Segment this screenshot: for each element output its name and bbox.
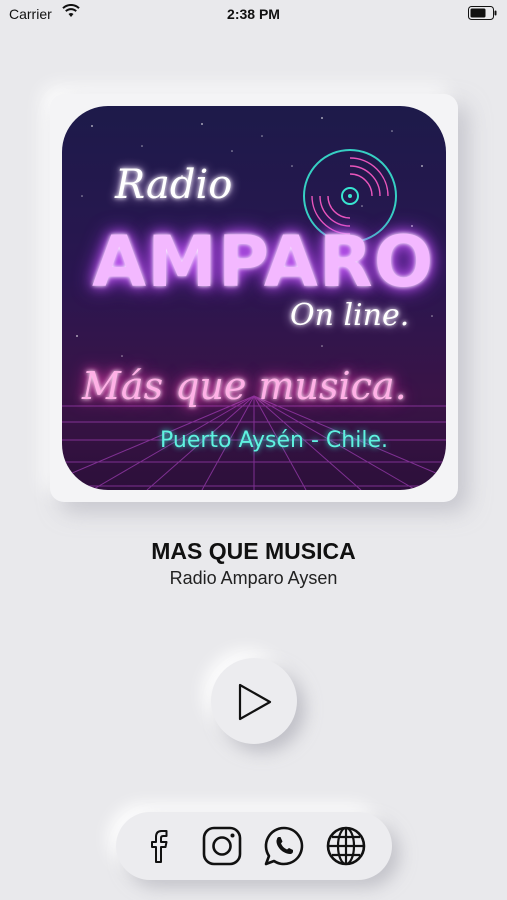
battery-icon bbox=[468, 6, 498, 20]
artwork-station-text: AMPARO bbox=[92, 221, 435, 303]
instagram-icon[interactable] bbox=[200, 824, 244, 868]
whatsapp-icon[interactable] bbox=[262, 824, 306, 868]
globe-icon[interactable] bbox=[324, 824, 368, 868]
track-title: MAS QUE MUSICA bbox=[151, 538, 356, 564]
artwork-radio-text: Radio bbox=[115, 162, 233, 208]
status-bar: Carrier 2:38 PM bbox=[0, 0, 507, 28]
play-icon bbox=[238, 683, 272, 721]
artwork-slogan-text: Más que musica. bbox=[82, 364, 407, 408]
album-art-card: Radio AMPARO On line. Más que musica. Pu… bbox=[50, 94, 458, 502]
clock: 2:38 PM bbox=[227, 6, 280, 22]
social-links-bar bbox=[116, 812, 392, 880]
artwork-online-text: On line. bbox=[290, 298, 410, 333]
track-subtitle: Radio Amparo Aysen bbox=[169, 568, 338, 588]
album-art: Radio AMPARO On line. Más que musica. Pu… bbox=[62, 106, 446, 490]
facebook-icon[interactable] bbox=[140, 824, 184, 868]
play-button[interactable] bbox=[211, 658, 297, 744]
artwork-location-text: Puerto Aysén - Chile. bbox=[160, 428, 388, 453]
